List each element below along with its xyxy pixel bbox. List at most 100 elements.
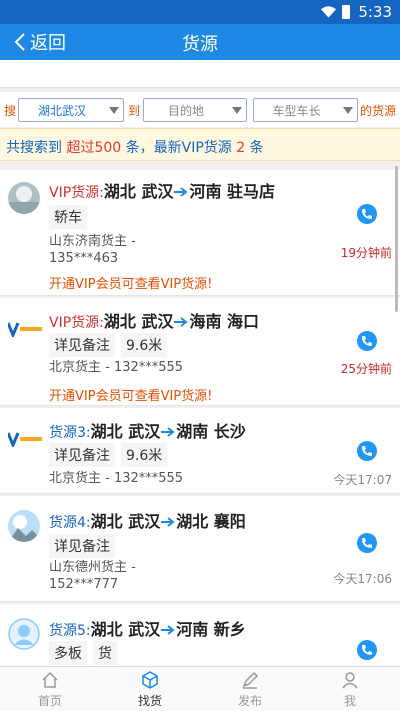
- tag-list: 详见备注 9.6米: [49, 443, 168, 467]
- route-title: 货源4:湖北 武汉 湖北 襄阳: [49, 508, 246, 532]
- arrow-right-icon: [174, 187, 189, 197]
- tag: 9.6米: [121, 443, 168, 467]
- tag: 详见备注: [49, 333, 115, 357]
- card-prefix: 货源3:: [49, 425, 91, 441]
- owner-info: 山东济南货主 - 135***463: [49, 233, 136, 267]
- result-count: 超过500: [66, 140, 122, 156]
- summary-text: 条: [245, 140, 264, 156]
- dropdown-arrow-icon: [109, 107, 119, 114]
- route-title: 货源5:湖北 武汉 河南 新乡: [49, 616, 246, 640]
- bottom-tab-bar: 首页 找货 发布 我: [0, 666, 400, 711]
- nav-bar: 返回 货源: [0, 24, 400, 60]
- tag-list: 轿车: [49, 205, 87, 229]
- route-from: 湖北 武汉: [103, 182, 174, 201]
- cube-icon: [142, 671, 158, 689]
- tag: 多板: [49, 641, 87, 665]
- tab-home[interactable]: 首页: [0, 667, 100, 711]
- phone-icon: [362, 538, 372, 548]
- destination-select[interactable]: 目的地: [143, 98, 247, 122]
- card-prefix: VIP货源:: [49, 315, 104, 331]
- user-icon: [342, 672, 358, 689]
- company-logo: [8, 322, 42, 337]
- owner-phone: 135***463: [49, 251, 119, 266]
- origin-value: 湖北武汉: [37, 104, 86, 118]
- phone-icon: [362, 645, 372, 655]
- cargo-card[interactable]: VIP货源:湖北 武汉 河南 驻马店 轿车 山东济南货主 - 135***463 开…: [0, 170, 400, 296]
- dropdown-arrow-icon: [343, 107, 353, 114]
- cargo-card[interactable]: VIP货源:湖北 武汉 海南 海口 详见备注 9.6米 北京货主 - 132***5…: [0, 298, 400, 406]
- battery-icon: [342, 5, 350, 19]
- cargo-card[interactable]: 货源3:湖北 武汉 湖南 长沙 详见备注 9.6米 北京货主 - 132***555…: [0, 408, 400, 494]
- route-title: VIP货源:湖北 武汉 河南 驻马店: [49, 178, 275, 202]
- tag: 详见备注: [49, 534, 115, 558]
- arrow-right-icon: [161, 625, 175, 635]
- vehicle-select[interactable]: 车型车长: [253, 98, 358, 122]
- summary-text: 共搜索到: [6, 140, 67, 156]
- vip-notice-link[interactable]: 开通VIP会员可查看VIP货源!: [49, 385, 212, 404]
- scrollbar[interactable]: [395, 166, 398, 312]
- owner-line: 北京货主 - 132***555: [49, 360, 184, 375]
- avatar: [8, 510, 40, 542]
- post-time: 今天17:07: [333, 473, 392, 487]
- pen-icon: [242, 671, 259, 689]
- tab-publish[interactable]: 发布: [200, 667, 300, 711]
- status-bar: 5:33: [0, 0, 400, 24]
- phone-call-button[interactable]: [357, 204, 377, 224]
- phone-icon: [362, 336, 372, 346]
- arrow-right-icon: [174, 317, 189, 327]
- route-from: 湖北 武汉: [90, 620, 161, 639]
- owner-line: 山东德州货主 -: [49, 560, 136, 575]
- avatar: [8, 618, 40, 650]
- owner-phone: 152***777: [49, 577, 119, 592]
- tag-list: 详见备注: [49, 534, 115, 558]
- page-title: 货源: [182, 34, 218, 55]
- route-title: VIP货源:湖北 武汉 海南 海口: [49, 308, 259, 332]
- tab-me[interactable]: 我: [300, 667, 400, 711]
- cargo-card[interactable]: 货源5:湖北 武汉 河南 新乡 多板货: [0, 604, 400, 666]
- tab-label: 首页: [37, 694, 62, 708]
- tag-list: 多板货: [49, 641, 117, 665]
- tag-list: 详见备注 9.6米: [49, 333, 168, 357]
- vip-count: 2: [236, 140, 246, 156]
- header-spacer: [0, 60, 400, 88]
- route-from: 湖北 武汉: [103, 312, 174, 331]
- tab-find-cargo[interactable]: 找货: [100, 667, 200, 711]
- search-prefix: 搜: [4, 104, 17, 118]
- owner-line: 山东济南货主 -: [49, 234, 136, 249]
- phone-call-button[interactable]: [357, 441, 377, 461]
- route-to: 湖南 长沙: [176, 422, 246, 441]
- clock: 5:33: [358, 3, 392, 21]
- tag: 9.6米: [121, 333, 168, 357]
- post-time: 19分钟前: [340, 246, 392, 260]
- owner-info: 北京货主 - 132***555: [49, 359, 183, 376]
- route-to: 河南 驻马店: [189, 182, 276, 201]
- company-logo: [8, 432, 42, 447]
- card-prefix: 货源4:: [49, 515, 91, 531]
- to-label: 到: [128, 104, 141, 118]
- search-suffix: 的货源: [359, 104, 396, 118]
- arrow-right-icon: [161, 427, 175, 437]
- phone-call-button[interactable]: [357, 640, 377, 660]
- phone-call-button[interactable]: [357, 533, 377, 553]
- route-title: 货源3:湖北 武汉 湖南 长沙: [49, 418, 246, 442]
- owner-info: 山东德州货主 - 152***777: [49, 559, 136, 593]
- tag: 货: [93, 641, 117, 665]
- post-time: 今天17:06: [333, 572, 392, 586]
- origin-select[interactable]: 湖北武汉: [18, 98, 124, 122]
- avatar: [8, 182, 40, 214]
- tab-label: 我: [343, 694, 356, 708]
- tab-label: 发布: [237, 694, 262, 708]
- route-to: 河南 新乡: [176, 620, 246, 639]
- cargo-card[interactable]: 货源4:湖北 武汉 湖北 襄阳 详见备注 山东德州货主 - 152***777 今天…: [0, 496, 400, 602]
- wifi-icon: [321, 6, 336, 18]
- post-time: 25分钟前: [340, 362, 392, 376]
- vip-notice-link[interactable]: 开通VIP会员可查看VIP货源!: [49, 273, 212, 292]
- destination-placeholder: 目的地: [167, 104, 204, 118]
- owner-info: 北京货主 - 132***555: [49, 470, 183, 487]
- summary-text: 条，最新VIP货源: [121, 140, 237, 156]
- phone-call-button[interactable]: [357, 331, 377, 351]
- route-from: 湖北 武汉: [90, 422, 161, 441]
- tag: 详见备注: [49, 443, 115, 467]
- vehicle-placeholder: 车型车长: [272, 104, 321, 118]
- card-prefix: VIP货源:: [49, 185, 104, 201]
